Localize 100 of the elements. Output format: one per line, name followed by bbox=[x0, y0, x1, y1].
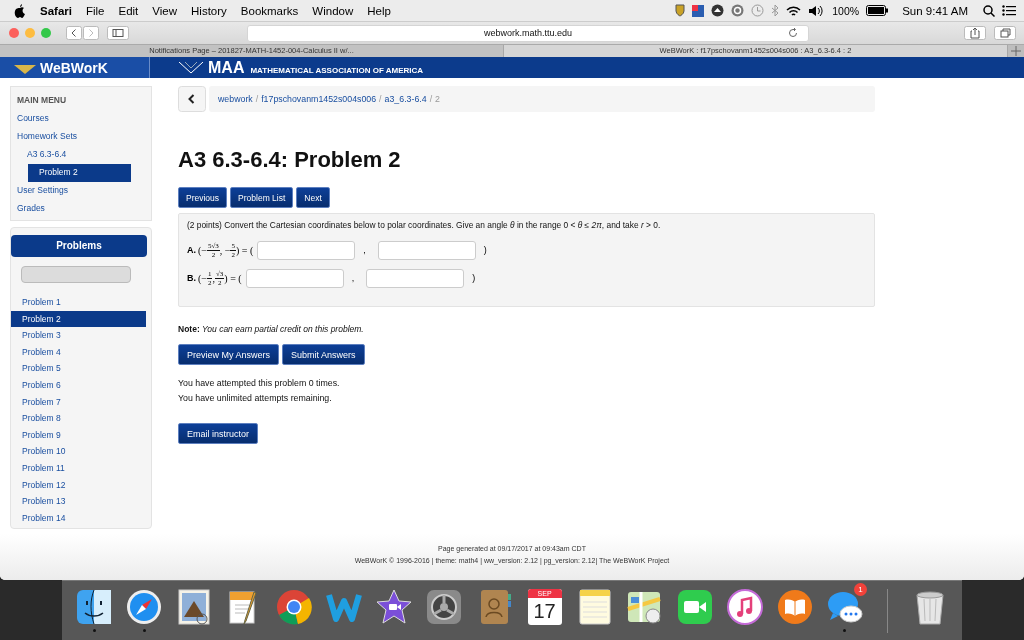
apple-icon[interactable] bbox=[14, 3, 26, 18]
tricolor-circle-icon[interactable] bbox=[276, 589, 313, 625]
star-icon[interactable] bbox=[376, 589, 413, 625]
flag-icon[interactable] bbox=[692, 4, 705, 17]
menu-link[interactable]: Grades bbox=[17, 200, 151, 218]
shield-icon[interactable] bbox=[675, 4, 686, 17]
math-text: , bbox=[212, 272, 215, 284]
problem-link[interactable]: Problem 5 bbox=[11, 360, 146, 377]
stamp-icon[interactable] bbox=[176, 589, 213, 625]
menu-item[interactable]: Bookmarks bbox=[240, 4, 299, 17]
menu-link[interactable]: Courses bbox=[17, 110, 151, 128]
compass-icon[interactable] bbox=[126, 589, 163, 625]
sidebar-icon[interactable] bbox=[107, 26, 129, 40]
nav-button[interactable]: Problem List bbox=[230, 187, 294, 208]
wifi-icon[interactable] bbox=[786, 4, 802, 17]
app-menu[interactable]: Safari bbox=[40, 4, 72, 17]
problem-link[interactable]: Problem 1 bbox=[11, 294, 146, 311]
problem-link[interactable]: Problem 8 bbox=[11, 410, 146, 427]
problem-link[interactable]: Problem 7 bbox=[11, 393, 146, 411]
menu-heading: MAIN MENU bbox=[17, 94, 68, 107]
organization-name: MATHEMATICAL ASSOCIATION OF AMERICA bbox=[250, 66, 424, 75]
breadcrumb-link[interactable]: f17pschovanm1452s004s006 bbox=[261, 94, 377, 104]
menu-link[interactable]: User Settings bbox=[17, 182, 151, 200]
share-icon[interactable] bbox=[964, 26, 986, 40]
problem-link[interactable]: Problem 2 bbox=[11, 310, 146, 328]
menu-item[interactable]: Window bbox=[312, 4, 354, 17]
breadcrumb-separator: / bbox=[255, 94, 259, 104]
math-text: , − bbox=[219, 244, 231, 256]
menu-item[interactable]: Edit bbox=[118, 4, 139, 17]
menu-item[interactable]: File bbox=[85, 4, 105, 17]
problem-link[interactable]: Problem 4 bbox=[11, 343, 146, 361]
eject-circle-icon[interactable] bbox=[711, 4, 725, 17]
menu-link[interactable]: Homework Sets bbox=[17, 128, 151, 146]
menu-link[interactable]: A3 6.3-6.4 bbox=[27, 146, 151, 164]
chat-bubble-icon[interactable] bbox=[826, 589, 863, 625]
comma-text: , bbox=[363, 245, 366, 255]
problem-link[interactable]: Problem 14 bbox=[11, 509, 146, 527]
calendar-day: 17 bbox=[533, 598, 556, 624]
maa-logo-text: MAA bbox=[208, 58, 245, 77]
face-icon[interactable] bbox=[76, 589, 113, 625]
problem-link[interactable]: Problem 13 bbox=[11, 493, 146, 510]
gear-icon[interactable] bbox=[426, 589, 463, 625]
menu-item[interactable]: History bbox=[191, 4, 227, 17]
attempts-text: You have attempted this problem 0 times. bbox=[178, 377, 341, 390]
answer-field[interactable] bbox=[377, 240, 476, 260]
logo-text: WeBWorK bbox=[40, 59, 108, 77]
problem-link[interactable]: Problem 3 bbox=[11, 327, 146, 344]
problems-heading: Problems bbox=[11, 235, 147, 257]
problem-link[interactable]: Problem 12 bbox=[11, 476, 146, 494]
problem-link[interactable]: Problem 11 bbox=[11, 459, 146, 477]
volume-icon[interactable] bbox=[808, 4, 825, 17]
math-text: (− bbox=[198, 272, 207, 284]
url-text: webwork.math.ttu.edu bbox=[483, 28, 572, 38]
breadcrumb-link[interactable]: a3_6.3-6.4 bbox=[384, 94, 427, 104]
email-button[interactable]: Email instructor bbox=[178, 423, 258, 444]
note-text: Note: You can earn partial credit on this problem. bbox=[178, 324, 365, 334]
answer-button[interactable]: Submit Answers bbox=[282, 344, 365, 365]
answer-field[interactable] bbox=[366, 268, 465, 288]
logo-icon bbox=[14, 65, 36, 75]
spiral-circle-icon[interactable] bbox=[731, 4, 745, 17]
address-bar[interactable]: webwork.math.ttu.edu bbox=[247, 24, 809, 42]
breadcrumb-current: 2 bbox=[435, 94, 440, 104]
answer-field[interactable] bbox=[257, 240, 356, 260]
breadcrumb-separator: / bbox=[429, 94, 433, 104]
back-button-icon[interactable] bbox=[178, 86, 206, 112]
battery-icon[interactable] bbox=[866, 5, 889, 16]
page-title: A3 6.3-6.4: Problem 2 bbox=[178, 146, 402, 174]
battery-percentage: 100% bbox=[832, 4, 860, 17]
nav-button[interactable]: Next bbox=[296, 187, 330, 208]
math-text: ) = ( bbox=[224, 272, 242, 284]
problem-text: (2 points) Convert the Cartesian coordinates below to polar coordinates. Give an angle θ in the range 0 < θ ≤ 2π, and take r > 0. bbox=[187, 220, 662, 230]
breadcrumb-link[interactable]: webwork bbox=[218, 94, 253, 104]
menu-item[interactable]: View bbox=[152, 4, 178, 17]
menu-item[interactable]: Help bbox=[367, 4, 391, 17]
paren-text: ) bbox=[483, 245, 487, 255]
answer-button[interactable]: Preview My Answers bbox=[178, 344, 280, 365]
back-icon[interactable] bbox=[66, 26, 82, 40]
list-icon[interactable] bbox=[1002, 5, 1016, 16]
comma-text: , bbox=[351, 273, 355, 283]
triangle-logo-icon bbox=[178, 62, 204, 74]
book-icon[interactable] bbox=[776, 589, 813, 625]
math-text: (− bbox=[198, 244, 207, 256]
part-label: A. bbox=[187, 245, 196, 255]
menu-link[interactable]: Problem 2 bbox=[28, 164, 131, 182]
clock[interactable]: Sun 9:41 AM bbox=[902, 4, 968, 17]
map-icon[interactable] bbox=[626, 589, 663, 625]
problem-link[interactable]: Problem 10 bbox=[11, 443, 146, 460]
nav-button[interactable]: Previous bbox=[178, 187, 228, 208]
video-camera-icon[interactable] bbox=[676, 589, 713, 625]
tabs-icon[interactable] bbox=[994, 26, 1016, 40]
problem-link[interactable]: Problem 9 bbox=[11, 426, 146, 444]
reload-icon[interactable] bbox=[788, 27, 798, 38]
notepad-icon[interactable] bbox=[576, 589, 613, 625]
search-icon[interactable] bbox=[983, 4, 995, 17]
music-note-icon[interactable] bbox=[726, 589, 763, 625]
problem-link[interactable]: Problem 6 bbox=[11, 376, 146, 394]
paren-text: ) bbox=[472, 273, 476, 283]
attempts-text: You have unlimited attempts remaining. bbox=[178, 392, 333, 405]
math-text: ) = ( bbox=[235, 244, 254, 256]
answer-field[interactable] bbox=[245, 268, 344, 288]
